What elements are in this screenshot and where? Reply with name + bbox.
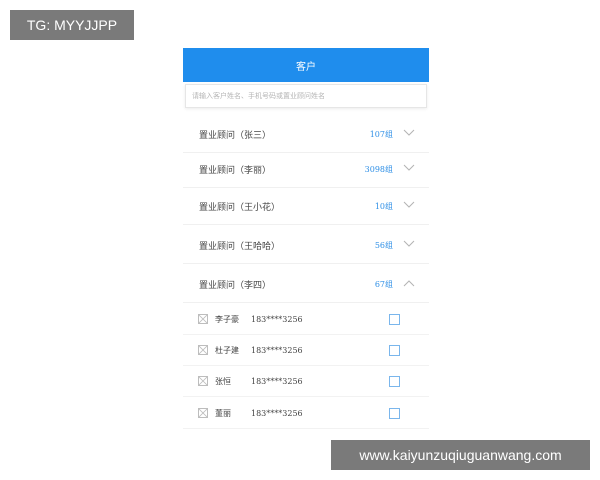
broken-image-icon — [198, 345, 208, 355]
customer-name: 杜子建 — [215, 345, 239, 355]
customer-name: 张恒 — [215, 376, 231, 386]
chevron-down-icon[interactable] — [403, 201, 415, 212]
advisor-group-lisi[interactable]: 置业顾问（李四） 67组 — [183, 267, 429, 303]
advisor-group-lili[interactable]: 置业顾问（李丽） 3098组 — [183, 152, 429, 188]
customer-name: 董丽 — [215, 408, 231, 418]
header-bar: 客户 — [183, 48, 429, 82]
advisor-group-label: 置业顾问（李丽） — [199, 166, 272, 176]
customer-row[interactable]: 董丽 183****3256 — [183, 398, 429, 429]
broken-image-icon — [198, 408, 208, 418]
customer-row[interactable]: 李子豪 183****3256 — [183, 304, 429, 335]
search-placeholder: 请输入客户姓名、手机号码或置业顾问姓名 — [192, 92, 325, 100]
advisor-group-count: 10组 — [374, 202, 393, 211]
chevron-up-icon[interactable] — [403, 279, 415, 290]
customer-checkbox[interactable] — [389, 407, 400, 419]
advisor-group-count: 67组 — [374, 280, 393, 289]
advisor-group-label: 置业顾问（王哈哈） — [199, 242, 281, 252]
broken-image-icon — [198, 376, 208, 386]
advisor-group-zhangsan[interactable]: 置业顾问（张三） 107组 — [183, 117, 429, 153]
broken-image-icon — [198, 314, 208, 324]
customer-row[interactable]: 张恒 183****3256 — [183, 366, 429, 397]
advisor-group-label: 置业顾问（王小花） — [199, 203, 281, 213]
advisor-group-wangxiaohua[interactable]: 置业顾问（王小花） 10组 — [183, 189, 429, 225]
watermark-bottom: www.kaiyunzuqiuguanwang.com — [331, 440, 590, 470]
customer-name: 李子豪 — [215, 314, 239, 324]
chevron-down-icon[interactable] — [403, 240, 415, 251]
watermark-top: TG: MYYJJPP — [10, 10, 134, 40]
chevron-down-icon[interactable] — [403, 129, 415, 140]
advisor-group-wanghaha[interactable]: 置业顾问（王哈哈） 56组 — [183, 228, 429, 264]
search-input[interactable]: 请输入客户姓名、手机号码或置业顾问姓名 — [185, 84, 427, 108]
page-title: 客户 — [296, 61, 316, 73]
advisor-group-count: 56组 — [374, 241, 393, 250]
advisor-group-count: 3098组 — [364, 165, 393, 174]
advisor-group-label: 置业顾问（张三） — [199, 131, 272, 141]
customer-row[interactable]: 杜子建 183****3256 — [183, 335, 429, 366]
advisor-group-count: 107组 — [369, 130, 393, 139]
customer-phone: 183****3256 — [251, 376, 303, 386]
customer-phone: 183****3256 — [251, 408, 303, 418]
customer-screen: 客户 请输入客户姓名、手机号码或置业顾问姓名 置业顾问（张三） 107组 置业顾… — [183, 48, 429, 433]
customer-phone: 183****3256 — [251, 314, 303, 324]
customer-checkbox[interactable] — [389, 313, 400, 325]
chevron-down-icon[interactable] — [403, 164, 415, 175]
customer-phone: 183****3256 — [251, 345, 303, 355]
customer-checkbox[interactable] — [389, 375, 400, 387]
customer-checkbox[interactable] — [389, 344, 400, 356]
advisor-group-label: 置业顾问（李四） — [199, 281, 272, 291]
